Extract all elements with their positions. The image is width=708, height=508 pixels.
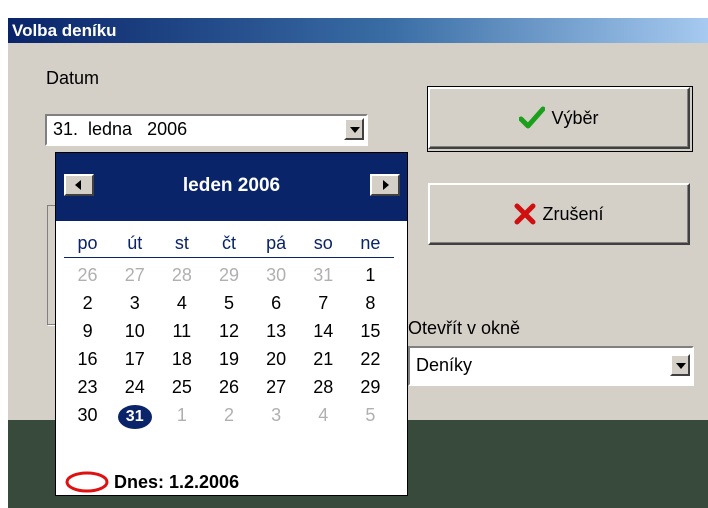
calendar-day[interactable]: 30: [64, 401, 111, 429]
weekday-label: pá: [266, 233, 287, 253]
calendar-day-selected[interactable]: 31: [111, 401, 158, 429]
calendar-day[interactable]: 23: [64, 373, 111, 401]
calendar-day[interactable]: 24: [111, 373, 158, 401]
date-combobox[interactable]: 31. ledna 2006: [45, 114, 368, 146]
weekday-label: so: [313, 233, 333, 253]
today-circle-icon: [65, 471, 109, 493]
open-in-window-combobox[interactable]: Deníky: [408, 346, 694, 386]
calendar-day[interactable]: 21: [300, 345, 347, 373]
selected-day-label: 31: [117, 405, 152, 429]
calendar-day[interactable]: 20: [253, 345, 300, 373]
calendar-day[interactable]: 30: [253, 261, 300, 289]
cancel-button[interactable]: Zrušení: [428, 183, 690, 245]
date-dropdown-arrow-icon[interactable]: [344, 118, 364, 140]
calendar-day[interactable]: 29: [205, 261, 252, 289]
checkmark-icon: [519, 106, 546, 129]
window: Volba deníku Datum 31. ledna 2006 Výběr …: [0, 0, 708, 508]
calendar-day[interactable]: 9: [64, 317, 111, 345]
open-in-window-value: Deníky: [416, 355, 473, 375]
calendar-day[interactable]: 11: [158, 317, 205, 345]
calendar-day[interactable]: 3: [253, 401, 300, 429]
calendar-day[interactable]: 27: [253, 373, 300, 401]
weekday-label: ne: [360, 233, 381, 253]
open-in-window-label: Otevřít v okně: [408, 318, 521, 338]
calendar-day[interactable]: 18: [158, 345, 205, 373]
calendar-day[interactable]: 5: [347, 401, 394, 429]
today-label: Dnes: 1.2.2006: [114, 471, 240, 492]
calendar-day[interactable]: 4: [300, 401, 347, 429]
calendar-day[interactable]: 26: [205, 373, 252, 401]
calendar-day[interactable]: 3: [111, 289, 158, 317]
calendar-day[interactable]: 15: [347, 317, 394, 345]
calendar-popup: leden 2006 po út st čt pá so ne 26 27 28…: [55, 152, 408, 496]
calendar-day[interactable]: 7: [300, 289, 347, 317]
next-month-button[interactable]: [370, 174, 400, 196]
calendar-day[interactable]: 5: [205, 289, 252, 317]
calendar-day[interactable]: 16: [64, 345, 111, 373]
cancel-button-label: Zrušení: [542, 203, 604, 224]
calendar-header: leden 2006: [56, 153, 407, 221]
calendar-day[interactable]: 2: [64, 289, 111, 317]
calendar-day[interactable]: 6: [253, 289, 300, 317]
calendar-day[interactable]: 25: [158, 373, 205, 401]
calendar-day[interactable]: 1: [158, 401, 205, 429]
calendar-day[interactable]: 4: [158, 289, 205, 317]
calendar-day[interactable]: 10: [111, 317, 158, 345]
calendar-day[interactable]: 19: [205, 345, 252, 373]
calendar-days-grid: 26 27 28 29 30 31 1 2 3 4 5 6 7 8 9 10 1…: [64, 261, 394, 429]
weekday-label: čt: [221, 233, 236, 253]
calendar-day[interactable]: 26: [64, 261, 111, 289]
calendar-day[interactable]: 22: [347, 345, 394, 373]
weekday-header-row: po út st čt pá so ne: [64, 233, 394, 258]
calendar-day[interactable]: 14: [300, 317, 347, 345]
select-button[interactable]: Výběr: [428, 87, 690, 149]
calendar-day[interactable]: 27: [111, 261, 158, 289]
date-label: Datum: [46, 68, 100, 88]
date-value: 31. ledna 2006: [53, 119, 188, 139]
calendar-month-title: leden 2006: [182, 175, 281, 196]
calendar-day[interactable]: 31: [300, 261, 347, 289]
calendar-day[interactable]: 8: [347, 289, 394, 317]
calendar-day[interactable]: 28: [300, 373, 347, 401]
select-button-label: Výběr: [551, 107, 599, 128]
weekday-label: st: [174, 233, 189, 253]
today-link[interactable]: Dnes: 1.2.2006: [64, 469, 239, 495]
calendar-day[interactable]: 29: [347, 373, 394, 401]
calendar-day[interactable]: 1: [347, 261, 394, 289]
weekday-label: po: [77, 233, 98, 253]
calendar-day[interactable]: 12: [205, 317, 252, 345]
calendar-day[interactable]: 2: [205, 401, 252, 429]
calendar-day[interactable]: 28: [158, 261, 205, 289]
weekday-label: út: [127, 233, 143, 253]
calendar-day[interactable]: 17: [111, 345, 158, 373]
window-title: Volba deníku: [8, 18, 708, 43]
calendar-day[interactable]: 13: [253, 317, 300, 345]
cancel-x-icon: [514, 203, 536, 225]
open-in-window-dropdown-arrow-icon[interactable]: [670, 354, 690, 376]
